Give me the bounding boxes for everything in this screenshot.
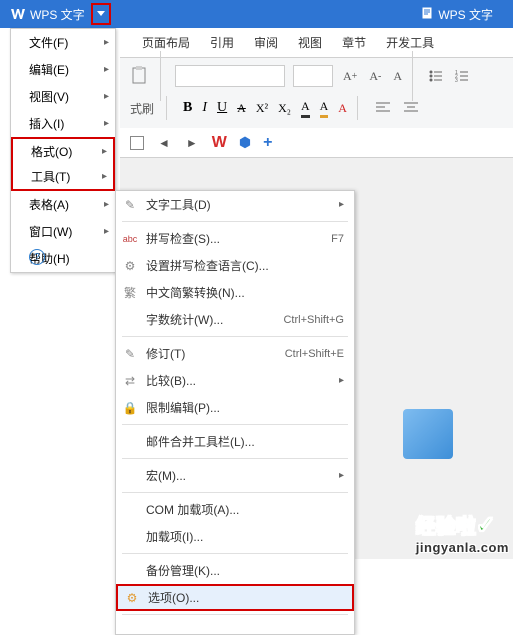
font-shrink-icon[interactable]: A- <box>367 67 383 86</box>
align-center-icon[interactable] <box>402 99 420 117</box>
tab-view[interactable]: 视图 <box>288 28 332 58</box>
menu-file[interactable]: 文件(F)▸ <box>11 29 115 56</box>
paste-icon[interactable] <box>128 64 152 88</box>
ribbon-tabs: 页面布局 引用 审阅 视图 章节 开发工具 <box>120 28 513 58</box>
sub-macro[interactable]: 宏(M)...▸ <box>116 462 354 489</box>
sub-cutoff <box>116 618 354 634</box>
edit-icon: ✎ <box>122 346 138 362</box>
italic-button[interactable]: I <box>202 100 207 116</box>
main-menu-dropdown: 文件(F)▸ 编辑(E)▸ 视图(V)▸ 插入(I)▸ 格式(O)▸ 工具(T)… <box>10 28 116 273</box>
sub-spellcheck[interactable]: abc 拼写检查(S)...F7 <box>116 225 354 252</box>
stop-icon[interactable] <box>130 136 144 150</box>
folder-icon <box>403 409 463 469</box>
align-left-icon[interactable] <box>374 99 392 117</box>
arrow-right-icon[interactable]: ► <box>184 134 200 152</box>
plus-icon[interactable]: + <box>263 134 272 152</box>
tab-layout[interactable]: 页面布局 <box>132 28 200 58</box>
watermark: 经验啦✓ jingyanla.com <box>416 510 509 555</box>
superscript-button[interactable]: X² <box>256 101 268 116</box>
tools-icon: ✎ <box>122 197 138 213</box>
lock-icon: 🔒 <box>122 400 138 416</box>
tab-review[interactable]: 审阅 <box>244 28 288 58</box>
font-color-a1[interactable]: A <box>301 99 310 118</box>
format-brush-label[interactable]: 式刷 <box>128 98 156 119</box>
help-icon[interactable]: ? <box>29 249 45 265</box>
sub-wordcount[interactable]: 字数统计(W)...Ctrl+Shift+G <box>116 306 354 333</box>
list-bullet-icon[interactable] <box>427 67 445 85</box>
menu-table[interactable]: 表格(A)▸ <box>11 191 115 218</box>
gear-icon: ⚙ <box>122 258 138 274</box>
tools-submenu: ✎ 文字工具(D)▸ abc 拼写检查(S)...F7 ⚙ 设置拼写检查语言(C… <box>115 190 355 635</box>
sub-cn-convert[interactable]: 繁 中文简繁转换(N)... <box>116 279 354 306</box>
sub-text-tools[interactable]: ✎ 文字工具(D)▸ <box>116 191 354 218</box>
document-icon <box>420 6 434 23</box>
sub-com-addin[interactable]: COM 加载项(A)... <box>116 496 354 523</box>
clear-format-icon[interactable]: A <box>391 67 404 86</box>
menu-help[interactable]: 帮助(H) <box>11 245 115 272</box>
sub-revision[interactable]: ✎ 修订(T)Ctrl+Shift+E <box>116 340 354 367</box>
quick-toolbar: ◄ ► W ⬢ + <box>120 128 513 158</box>
bold-button[interactable]: B <box>183 100 192 116</box>
sub-backup[interactable]: 备份管理(K)... <box>116 557 354 584</box>
font-family-select[interactable] <box>175 65 285 87</box>
title-dropdown-button[interactable] <box>91 3 111 25</box>
list-number-icon[interactable]: 123 <box>453 67 471 85</box>
sub-mailmerge[interactable]: 邮件合并工具栏(L)... <box>116 428 354 455</box>
compare-icon: ⇄ <box>122 373 138 389</box>
font-color-a3[interactable]: A <box>338 101 347 116</box>
menu-insert[interactable]: 插入(I)▸ <box>11 110 115 137</box>
wps-logo-icon <box>10 6 26 22</box>
menu-format[interactable]: 格式(O)▸ <box>11 137 115 164</box>
app-title: WPS 文字 <box>30 6 85 23</box>
sub-addin[interactable]: 加载项(I)... <box>116 523 354 550</box>
sub-spell-lang[interactable]: ⚙ 设置拼写检查语言(C)... <box>116 252 354 279</box>
sub-restrict-edit[interactable]: 🔒 限制编辑(P)... <box>116 394 354 421</box>
subscript-button[interactable]: X₂ <box>278 101 291 116</box>
menu-edit[interactable]: 编辑(E)▸ <box>11 56 115 83</box>
tab-devtools[interactable]: 开发工具 <box>376 28 444 58</box>
abc-icon: abc <box>122 231 138 247</box>
svg-text:3: 3 <box>455 78 458 84</box>
menu-view[interactable]: 视图(V)▸ <box>11 83 115 110</box>
cn-icon: 繁 <box>122 285 138 301</box>
menu-window[interactable]: 窗口(W)▸ <box>11 218 115 245</box>
settings-icon: ⚙ <box>124 590 140 606</box>
arrow-left-icon[interactable]: ◄ <box>156 134 172 152</box>
font-size-select[interactable] <box>293 65 333 87</box>
highlight-a2[interactable]: A <box>320 99 329 118</box>
underline-button[interactable]: U <box>217 100 227 116</box>
tab-references[interactable]: 引用 <box>200 28 244 58</box>
document-name: WPS 文字 <box>438 6 493 23</box>
menu-tools[interactable]: 工具(T)▸ <box>11 164 115 191</box>
tab-chapter[interactable]: 章节 <box>332 28 376 58</box>
sub-options[interactable]: ⚙ 选项(O)... <box>116 584 354 611</box>
cube-icon[interactable]: ⬢ <box>239 134 251 151</box>
wps-w-icon[interactable]: W <box>212 134 227 152</box>
font-grow-icon[interactable]: A+ <box>341 67 359 86</box>
strike-button[interactable]: A <box>237 101 246 116</box>
sub-compare[interactable]: ⇄ 比较(B)...▸ <box>116 367 354 394</box>
